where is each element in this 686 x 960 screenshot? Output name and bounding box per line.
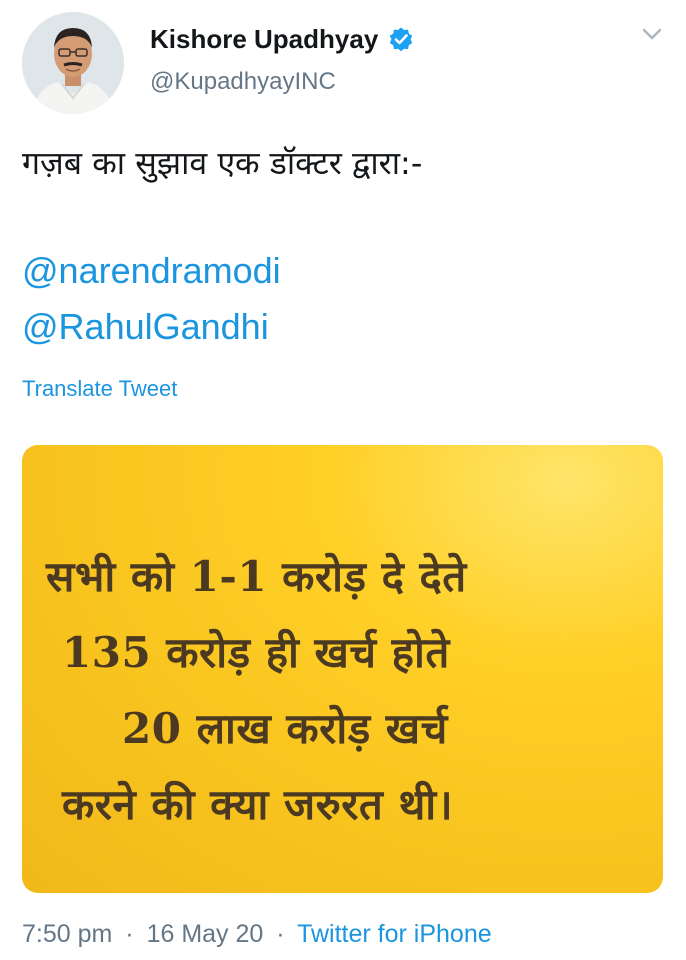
- chevron-down-icon[interactable]: [638, 24, 666, 44]
- media-text-line: 135 करोड़ ही खर्च होते: [62, 628, 450, 677]
- verified-badge-icon: [388, 26, 414, 52]
- meta-separator: ·: [276, 920, 285, 948]
- media-text-line: करने की क्या जरुरत थी।: [62, 780, 454, 829]
- author-handle[interactable]: @KupadhyayINC: [150, 68, 336, 96]
- avatar[interactable]: [22, 12, 124, 114]
- tweet-text: गज़ब का सुझाव एक डॉक्टर द्वारा:-: [22, 144, 423, 182]
- author-header: Kishore Upadhyay: [150, 22, 414, 56]
- media-text-line: सभी को 1-1 करोड़ दे देते: [46, 552, 467, 601]
- tweet-metadata: 7:50 pm · 16 May 20 · Twitter for iPhone: [22, 920, 492, 949]
- display-name[interactable]: Kishore Upadhyay: [150, 24, 378, 55]
- media-text-line: 20 लाख करोड़ खर्च: [122, 704, 448, 753]
- mention-link[interactable]: @RahulGandhi: [22, 306, 269, 348]
- meta-separator: ·: [125, 920, 134, 948]
- tweet-time[interactable]: 7:50 pm: [22, 920, 112, 948]
- translate-tweet-link[interactable]: Translate Tweet: [22, 376, 177, 402]
- mention-link[interactable]: @narendramodi: [22, 250, 281, 292]
- tweet-media-image[interactable]: सभी को 1-1 करोड़ दे देते 135 करोड़ ही खर…: [22, 445, 663, 893]
- tweet-card: Kishore Upadhyay @KupadhyayINC गज़ब का स…: [0, 0, 686, 960]
- tweet-date[interactable]: 16 May 20: [147, 920, 264, 948]
- tweet-source-link[interactable]: Twitter for iPhone: [297, 920, 492, 948]
